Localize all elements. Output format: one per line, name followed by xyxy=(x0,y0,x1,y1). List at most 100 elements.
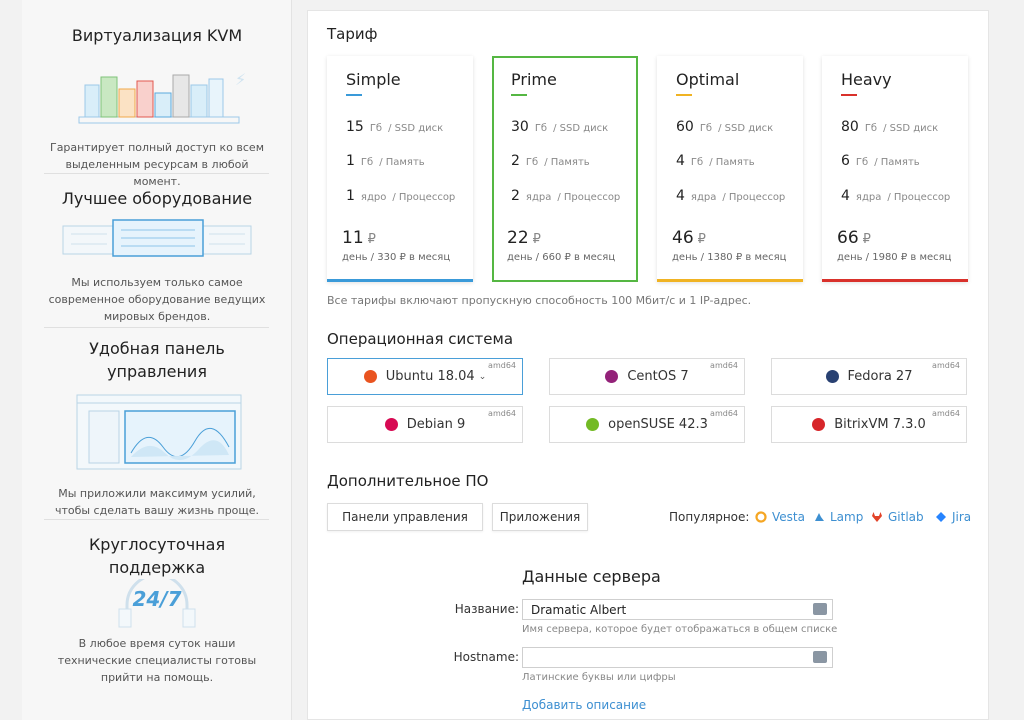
os-name: openSUSE 42.3 xyxy=(608,417,708,432)
panel-illustration xyxy=(76,394,242,470)
os-name: Debian 9 xyxy=(406,417,466,432)
cpu-label: / Процессор xyxy=(722,192,786,203)
plan-card-heavy[interactable]: Heavy 80 Гб / SSD диск 6 Гб / Память 4 ядра / Про… xyxy=(822,56,968,282)
chevron-down-icon[interactable]: ⌄ xyxy=(479,372,487,382)
price-currency: ₽ xyxy=(532,232,541,247)
plan-period: день / 660 ₽ в месяц xyxy=(507,252,616,263)
plan-name: Heavy xyxy=(841,70,892,89)
plan-accent xyxy=(841,94,857,96)
plan-price: 66 ₽ xyxy=(837,228,871,248)
popular-gitlab[interactable]: Gitlab xyxy=(871,510,924,524)
feature-title: Виртуализация KVM xyxy=(71,26,243,45)
section-title-software: Дополнительное ПО xyxy=(327,472,489,490)
plan-ram: 1 Гб / Память xyxy=(346,153,425,169)
plan-ssd: 15 Гб / SSD диск xyxy=(346,119,443,135)
plan-name: Prime xyxy=(511,70,557,89)
ssd-label: / SSD диск xyxy=(553,123,609,134)
plan-ram: 2 Гб / Память xyxy=(511,153,590,169)
plan-card-optimal[interactable]: Optimal 60 Гб / SSD диск 4 Гб / Память 4 ядра / П… xyxy=(657,56,803,282)
popular-jira[interactable]: Jira xyxy=(935,510,971,524)
plan-ram: 4 Гб / Память xyxy=(676,153,755,169)
ssd-label: / SSD диск xyxy=(718,123,774,134)
plan-period: день / 1980 ₽ в месяц xyxy=(837,252,952,263)
os-option-debian[interactable]: amd64 Debian 9 xyxy=(327,406,523,443)
ram-unit: Гб xyxy=(690,157,704,168)
divider xyxy=(44,519,269,520)
support-badge: 24/7 xyxy=(132,587,182,611)
ram-label: / Память xyxy=(709,157,755,168)
ram-value: 1 xyxy=(346,153,355,169)
divider xyxy=(44,173,269,174)
popular-gitlab-label: Gitlab xyxy=(888,510,924,524)
cpu-unit: ядра xyxy=(690,192,717,203)
section-title-os: Операционная система xyxy=(327,330,514,348)
feature-hardware: Лучшее оборудование Мы используем только… xyxy=(22,187,292,325)
os-option-ubuntu[interactable]: amd64 Ubuntu 18.04 ⌄ xyxy=(327,358,523,395)
opensuse-icon xyxy=(586,418,600,431)
plan-name: Simple xyxy=(346,70,401,89)
plan-period: день / 1380 ₽ в месяц xyxy=(672,252,787,263)
control-panels-button[interactable]: Панели управления xyxy=(327,503,483,531)
feature-desc: Мы используем только самое современное о… xyxy=(48,276,266,323)
popular-vesta[interactable]: Vesta xyxy=(755,510,805,524)
plan-accent xyxy=(511,94,527,96)
name-hint: Имя сервера, которое будет отображаться … xyxy=(522,624,838,635)
server-name-input[interactable] xyxy=(522,599,833,620)
applications-button[interactable]: Приложения xyxy=(492,503,588,531)
cpu-value: 4 xyxy=(841,188,850,204)
ram-label: / Память xyxy=(874,157,920,168)
hostname-label: Hostname: xyxy=(453,650,519,664)
plan-accent xyxy=(676,94,692,96)
popular-label: Популярное: xyxy=(669,510,750,524)
add-description-link[interactable]: Добавить описание xyxy=(522,698,646,712)
plan-ssd: 60 Гб / SSD диск xyxy=(676,119,773,135)
ssd-unit: Гб xyxy=(534,123,548,134)
plan-name: Optimal xyxy=(676,70,740,89)
os-option-bitrix[interactable]: amd64 BitrixVM 7.3.0 xyxy=(771,406,967,443)
vesta-icon xyxy=(755,511,767,523)
os-option-fedora[interactable]: amd64 Fedora 27 xyxy=(771,358,967,395)
feature-desc: В любое время суток наши технические спе… xyxy=(57,637,257,684)
name-generator-icon[interactable] xyxy=(813,603,827,615)
plan-ssd: 80 Гб / SSD диск xyxy=(841,119,938,135)
jira-icon xyxy=(935,511,947,523)
feature-title: Лучшее оборудование xyxy=(61,189,253,208)
price-currency: ₽ xyxy=(697,232,706,247)
plan-card-prime[interactable]: Prime 30 Гб / SSD диск 2 Гб / Память 2 ядра / Про… xyxy=(492,56,638,282)
cpu-unit: ядра xyxy=(525,192,552,203)
ram-unit: Гб xyxy=(855,157,869,168)
popular-lamp-label: Lamp xyxy=(830,510,864,524)
feature-desc: Гарантирует полный доступ ко всем выделе… xyxy=(49,141,265,188)
features-sidebar: Виртуализация KVM ⚡ Гарантирует полный д… xyxy=(22,0,292,720)
os-name: Ubuntu 18.04 xyxy=(385,369,475,384)
cpu-value: 1 xyxy=(346,188,355,204)
ubuntu-icon xyxy=(363,370,377,383)
ssd-value: 80 xyxy=(841,119,859,135)
debian-icon xyxy=(384,418,398,431)
ssd-value: 60 xyxy=(676,119,694,135)
ram-unit: Гб xyxy=(360,157,374,168)
hostname-generator-icon[interactable] xyxy=(813,651,827,663)
os-option-centos[interactable]: amd64 CentOS 7 xyxy=(549,358,745,395)
popular-lamp[interactable]: Lamp xyxy=(813,510,863,524)
kvm-illustration: ⚡ xyxy=(78,70,246,124)
plan-card-simple[interactable]: Simple 15 Гб / SSD диск 1 Гб / Память 1 ядро / Пр… xyxy=(327,56,473,282)
plan-cpu: 2 ядра / Процессор xyxy=(511,188,620,204)
plan-bottom-bar xyxy=(657,279,803,282)
ssd-unit: Гб xyxy=(369,123,383,134)
section-title-server: Данные сервера xyxy=(522,567,661,586)
cpu-value: 4 xyxy=(676,188,685,204)
plan-price: 11 ₽ xyxy=(342,228,376,248)
ram-unit: Гб xyxy=(525,157,539,168)
os-option-opensuse[interactable]: amd64 openSUSE 42.3 xyxy=(549,406,745,443)
support-illustration: 24/7 xyxy=(107,579,207,629)
price-value: 66 xyxy=(837,228,859,248)
plan-ram: 6 Гб / Память xyxy=(841,153,920,169)
os-name: BitrixVM 7.3.0 xyxy=(834,417,926,432)
hostname-input[interactable] xyxy=(522,647,833,668)
os-name: Fedora 27 xyxy=(847,369,913,384)
ram-label: / Память xyxy=(544,157,590,168)
plan-cpu: 1 ядро / Процессор xyxy=(346,188,455,204)
ram-value: 2 xyxy=(511,153,520,169)
ssd-unit: Гб xyxy=(864,123,878,134)
